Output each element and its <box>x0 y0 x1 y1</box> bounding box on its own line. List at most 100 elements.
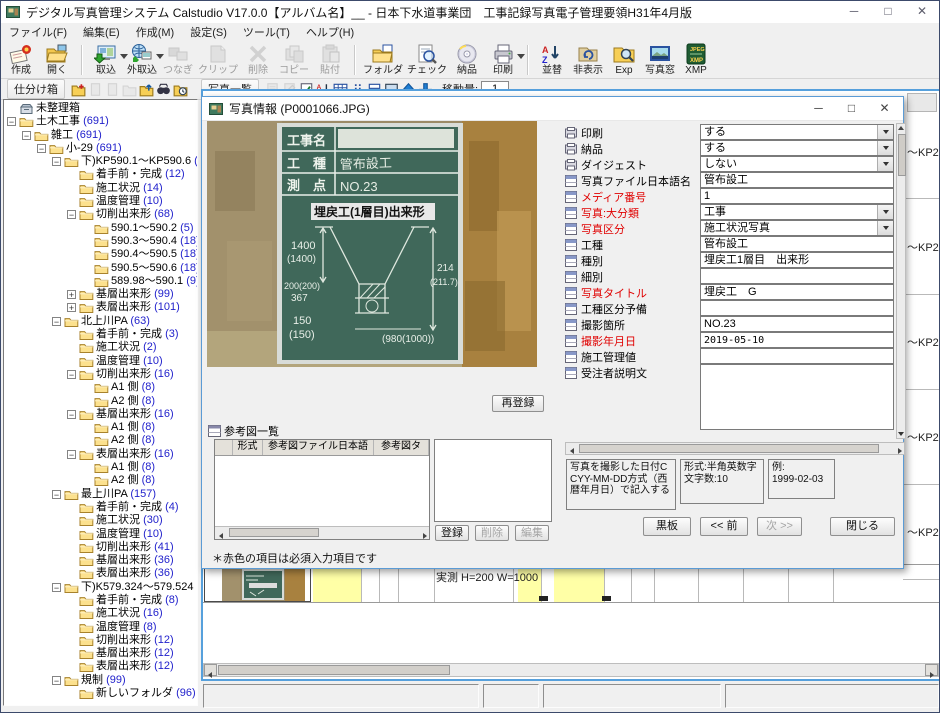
collapse-icon[interactable]: − <box>7 117 16 126</box>
reference-column-header-3[interactable]: 参考図タ <box>374 440 429 455</box>
field-input-15[interactable] <box>700 364 894 430</box>
toolbar-button-つなぎ[interactable]: つなぎ <box>160 42 196 78</box>
collapse-icon[interactable]: − <box>67 210 76 219</box>
collapse-icon[interactable]: − <box>52 317 61 326</box>
toolbar-button-開く[interactable]: 開く <box>39 42 75 78</box>
tree-item[interactable]: 着手前・完成 (12) <box>4 168 197 181</box>
tree-item[interactable]: 施工状況 (14) <box>4 182 197 195</box>
folder-clock-icon[interactable] <box>173 82 188 97</box>
tree-item[interactable]: 施工状況 (16) <box>4 607 197 620</box>
next-button[interactable]: 次 >> <box>757 517 802 536</box>
form-vertical-scrollbar[interactable] <box>896 123 906 439</box>
toolbar-button-チェック[interactable]: チェック <box>405 42 449 78</box>
tree-item[interactable]: +基層出来形 (99) <box>4 288 197 301</box>
tree-item[interactable]: 589.98～590.1 (9) <box>4 275 197 288</box>
reference-column-header-0[interactable] <box>215 440 233 455</box>
tree-item[interactable]: 温度管理 (8) <box>4 621 197 634</box>
tree-item[interactable]: 温度管理 (10) <box>4 195 197 208</box>
scroll-left-icon[interactable] <box>204 664 217 676</box>
tree-item[interactable]: −北上川PA (63) <box>4 315 197 328</box>
combo-dropdown-icon[interactable] <box>877 141 893 155</box>
form-horizontal-scrollbar[interactable] <box>565 442 905 455</box>
collapse-icon[interactable]: − <box>52 157 61 166</box>
menu-item-3[interactable]: 設定(S) <box>182 24 235 40</box>
edit-button[interactable]: 編集 <box>515 525 549 541</box>
tree-item[interactable]: 着手前・完成 (4) <box>4 501 197 514</box>
menu-item-1[interactable]: 編集(E) <box>75 24 128 40</box>
tree-item[interactable]: 温度管理 (10) <box>4 355 197 368</box>
field-input-13[interactable]: 2019-05-10 <box>700 332 894 348</box>
field-input-4[interactable]: 1 <box>700 188 894 204</box>
toolbar-button-印刷[interactable]: 印刷 <box>485 42 521 78</box>
toolbar-button-クリップ[interactable]: クリップ <box>196 42 240 78</box>
field-input-12[interactable]: NO.23 <box>700 316 894 332</box>
tree-item[interactable]: −切削出来形 (16) <box>4 368 197 381</box>
tree-item[interactable]: 新しいフォルダ (96) <box>4 687 197 700</box>
selected-thumbnail-cell[interactable] <box>204 564 311 602</box>
add-folder-icon[interactable] <box>71 82 86 97</box>
list-vertical-scrollbar[interactable] <box>907 93 937 112</box>
tree-item[interactable]: −小-29 (691) <box>4 142 197 155</box>
field-input-5[interactable]: 工事 <box>700 204 894 220</box>
tree-item[interactable]: −雑工 (691) <box>4 129 197 142</box>
tree-item[interactable]: A1 側 (8) <box>4 461 197 474</box>
minimize-icon[interactable]: ─ <box>837 1 871 23</box>
reregister-button[interactable]: 再登録 <box>492 395 544 412</box>
reference-column-header-2[interactable]: 参考図ファイル日本語 <box>263 440 374 455</box>
toolbar-button-フォルダ[interactable]: フォルダ <box>361 42 405 78</box>
prev-button[interactable]: << 前 <box>700 517 748 536</box>
menu-item-4[interactable]: ツール(T) <box>235 24 298 40</box>
tree-item[interactable]: A1 側 (8) <box>4 421 197 434</box>
tree-item[interactable]: 着手前・完成 (3) <box>4 328 197 341</box>
tree-item[interactable]: A2 側 (8) <box>4 395 197 408</box>
reference-column-header-1[interactable]: 形式 <box>233 440 263 455</box>
tree-item[interactable]: 着手前・完成 (8) <box>4 594 197 607</box>
dialog-maximize-icon[interactable]: □ <box>835 97 868 119</box>
tree-item[interactable]: −下)K579.324～579.524 ( <box>4 581 197 594</box>
field-input-14[interactable] <box>700 348 894 364</box>
field-input-9[interactable] <box>700 268 894 284</box>
list-horizontal-scrollbar[interactable] <box>203 663 939 677</box>
tree-item[interactable]: 590.3～590.4 (18) <box>4 235 197 248</box>
collapse-icon[interactable]: − <box>67 370 76 379</box>
toolbar-button-コピー[interactable]: コピー <box>276 42 312 78</box>
tree-item[interactable]: 未整理箱 <box>4 102 197 115</box>
close-button[interactable]: 閉じる <box>830 517 895 536</box>
tree-item[interactable]: 温度管理 (10) <box>4 528 197 541</box>
tree-item[interactable]: A1 側 (8) <box>4 381 197 394</box>
tree-item[interactable]: −切削出来形 (68) <box>4 208 197 221</box>
close-icon[interactable]: ✕ <box>905 1 939 23</box>
expand-icon[interactable]: + <box>67 290 76 299</box>
dialog-minimize-icon[interactable]: ─ <box>802 97 835 119</box>
tree-item[interactable]: A2 側 (8) <box>4 474 197 487</box>
tree-item[interactable]: 表層出来形 (36) <box>4 567 197 580</box>
blackboard-button[interactable]: 黒板 <box>643 517 691 536</box>
delete-button[interactable]: 削除 <box>475 525 509 541</box>
combo-dropdown-icon[interactable] <box>877 125 893 139</box>
toolbar-button-外取込[interactable]: 外取込 <box>124 42 160 78</box>
toolbar-button-Exp[interactable]: Exp <box>606 42 642 78</box>
combo-dropdown-icon[interactable] <box>877 157 893 171</box>
toolbar-button-納品[interactable]: 納品 <box>449 42 485 78</box>
tree-item[interactable]: −表層出来形 (16) <box>4 448 197 461</box>
collapse-icon[interactable]: − <box>37 144 46 153</box>
toolbar-button-XMP[interactable]: JPEGXMPXMP <box>678 42 714 78</box>
maximize-icon[interactable]: □ <box>871 1 905 23</box>
tree-item[interactable]: 590.5～590.6 (18) <box>4 262 197 275</box>
sort-box-button[interactable]: 仕分け箱 <box>7 79 65 99</box>
toolbar-button-並替[interactable]: AZ並替 <box>534 42 570 78</box>
field-input-2[interactable]: しない <box>700 156 894 172</box>
dropdown-arrow-icon[interactable] <box>517 54 525 59</box>
menu-item-0[interactable]: ファイル(F) <box>1 24 75 40</box>
tree-item[interactable]: +表層出来形 (101) <box>4 301 197 314</box>
collapse-icon[interactable]: − <box>67 410 76 419</box>
collapse-icon[interactable]: − <box>52 490 61 499</box>
dialog-close-icon[interactable]: ✕ <box>868 97 901 119</box>
collapse-icon[interactable]: − <box>22 131 31 140</box>
toolbar-button-作成[interactable]: 作成 <box>3 42 39 78</box>
expand-icon[interactable]: + <box>67 303 76 312</box>
field-input-7[interactable]: 管布設工 <box>700 236 894 252</box>
field-input-1[interactable]: する <box>700 140 894 156</box>
scroll-right-icon[interactable] <box>925 664 938 676</box>
field-input-11[interactable] <box>700 300 894 316</box>
